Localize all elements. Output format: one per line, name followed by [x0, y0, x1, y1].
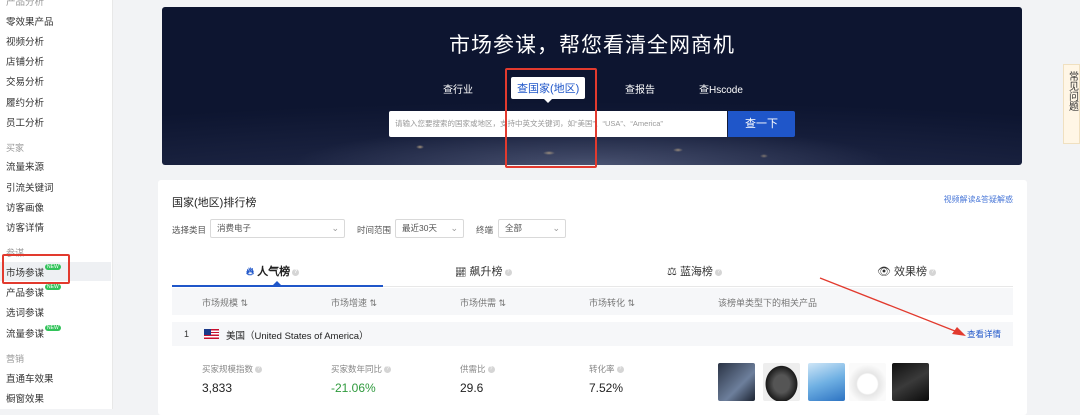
arrow-head	[952, 327, 966, 336]
annotation-arrow	[819, 277, 966, 336]
arrow-line	[819, 277, 961, 334]
